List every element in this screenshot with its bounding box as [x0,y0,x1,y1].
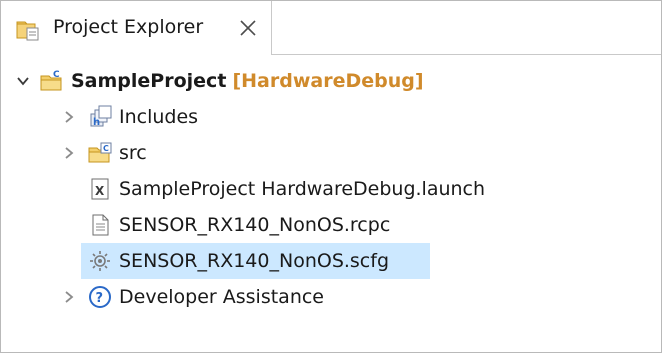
svg-text:?: ? [96,291,104,306]
close-icon[interactable] [237,17,259,39]
tree-row-launch[interactable]: X SampleProject HardwareDebug.launch [1,171,661,207]
launch-file-icon: X [91,178,109,200]
tree-row-includes[interactable]: h Includes [1,99,661,135]
chevron-right-icon[interactable] [61,289,77,305]
svg-text:C: C [103,144,109,153]
help-icon: ? [89,286,111,308]
tree-item-label: src [119,142,147,164]
project-explorer-view: Project Explorer C SampleProject [Hardwa… [0,0,662,353]
svg-text:C: C [53,70,60,80]
view-tabbar: Project Explorer [1,1,661,55]
includes-icon: h [90,105,112,128]
tree-item-label: Developer Assistance [119,286,325,308]
source-folder-icon: C [88,142,112,163]
tab-project-explorer[interactable]: Project Explorer [1,1,272,55]
gear-file-icon [90,251,110,271]
tree-row-project[interactable]: C SampleProject [HardwareDebug] [1,63,661,99]
project-name: SampleProject [71,70,227,92]
chevron-right-icon[interactable] [61,109,77,125]
svg-text:X: X [95,184,105,198]
tab-title: Project Explorer [53,16,204,38]
project-label: SampleProject [HardwareDebug] [71,69,424,93]
chevron-down-icon[interactable] [15,73,31,89]
tree-item-label: Includes [119,106,199,128]
project-explorer-icon [16,21,39,41]
tree-item-label: SENSOR_RX140_NonOS.scfg [119,250,390,272]
svg-text:h: h [93,117,100,128]
tree-row-src[interactable]: C src [1,135,661,171]
tree-item-label: SENSOR_RX140_NonOS.rcpc [119,214,391,236]
tree-row-developer-assistance[interactable]: ? Developer Assistance [1,279,661,315]
tree-item-label: SampleProject HardwareDebug.launch [119,178,486,200]
tree-row-rcpc[interactable]: SENSOR_RX140_NonOS.rcpc [1,207,661,243]
file-icon [92,214,109,236]
project-config-decoration: [HardwareDebug] [232,70,424,92]
tree-row-scfg[interactable]: SENSOR_RX140_NonOS.scfg [1,243,661,279]
chevron-right-icon[interactable] [61,145,77,161]
project-folder-icon: C [40,70,62,91]
